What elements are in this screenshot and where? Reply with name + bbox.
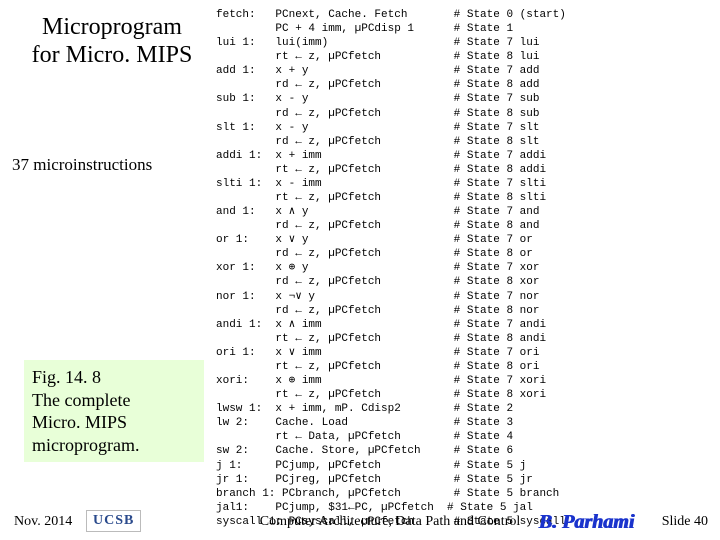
ucsb-logo: UCSB <box>86 510 141 532</box>
title-line1: Microprogram <box>42 14 182 40</box>
slide-title: Microprogram for Micro. MIPS <box>12 14 212 69</box>
title-line2: for Micro. MIPS <box>32 42 193 68</box>
subtitle: 37 microinstructions <box>12 155 212 175</box>
fig-cap-3: microprogram. <box>32 435 139 455</box>
footer-center: Computer Architecture, Data Path and Con… <box>210 514 570 530</box>
footer-date: Nov. 2014 <box>14 514 72 530</box>
fig-num: Fig. 14. 8 <box>32 367 101 387</box>
microprogram-listing: fetch: PCnext, Cache. Fetch # State 0 (s… <box>216 8 714 529</box>
fig-cap-2: Micro. MIPS <box>32 412 127 432</box>
slide-number: Slide 40 <box>662 514 708 530</box>
figure-caption-box: Fig. 14. 8 The complete Micro. MIPS micr… <box>24 360 204 462</box>
footer-author: B. Parhami <box>538 511 634 534</box>
fig-cap-1: The complete <box>32 390 130 410</box>
footer: Nov. 2014 UCSB Computer Architecture, Da… <box>0 494 720 534</box>
